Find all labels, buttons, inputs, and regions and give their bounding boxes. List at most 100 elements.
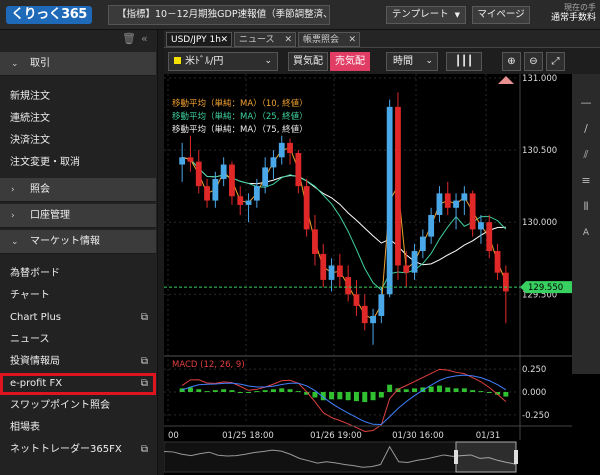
candle-body[interactable] — [179, 157, 186, 165]
candle-body[interactable] — [187, 157, 194, 162]
external-link-icon: ⧉ — [140, 356, 148, 367]
candle-body[interactable] — [212, 178, 219, 201]
symbol-select[interactable]: 米ﾄﾞﾙ/円 ⌄ — [168, 52, 278, 71]
candle-body[interactable] — [245, 200, 252, 205]
candle-body[interactable] — [195, 161, 202, 187]
candle-body[interactable] — [395, 106, 401, 266]
candle-body[interactable] — [436, 193, 443, 215]
macd-histogram-bar — [353, 392, 359, 402]
candle-body[interactable] — [345, 277, 352, 295]
candle-body[interactable] — [419, 236, 426, 252]
sidebar-item-market[interactable]: Chart Plus ⧉ — [0, 307, 156, 329]
candle-body[interactable] — [320, 253, 327, 280]
sidebar-item-continuous-order[interactable]: 連続注文 — [0, 108, 156, 130]
candle-body[interactable] — [461, 193, 468, 201]
macd-histogram-bar — [279, 388, 285, 392]
candle-body[interactable] — [478, 222, 484, 230]
ask-button[interactable]: 売気配 — [330, 52, 370, 71]
mypage-button[interactable]: マイページ — [472, 6, 530, 24]
macd-histogram-bar — [196, 389, 202, 392]
trash-icon[interactable]: 🗑 — [122, 32, 136, 45]
macd-histogram-bar — [428, 386, 434, 392]
sidebar-item-market[interactable]: ニュース — [0, 329, 156, 351]
candle-body[interactable] — [353, 294, 360, 306]
tab-usdjpy[interactable]: USD/JPY 1h ✕ — [166, 32, 232, 47]
candle-body[interactable] — [336, 265, 343, 278]
sidebar-item-market[interactable]: チャート — [0, 285, 156, 307]
sidebar-item-market[interactable]: 投資情報局 ⧉ — [0, 351, 156, 373]
candle-body[interactable] — [361, 305, 368, 324]
chart-area[interactable]: 131.000 130.500 130.000 129.500 129.550 0.250… — [164, 74, 600, 475]
close-icon[interactable]: ✕ — [220, 33, 228, 48]
zoom-out-icon[interactable]: ⊖ — [524, 52, 543, 71]
candle-body[interactable] — [270, 157, 277, 168]
candle-body[interactable] — [229, 164, 235, 197]
bid-button[interactable]: 買気配 — [288, 52, 328, 71]
tab-news[interactable]: ニュース ✕ — [234, 32, 296, 47]
fit-screen-icon[interactable]: ⤢ — [546, 52, 565, 71]
candle-body[interactable] — [328, 265, 335, 280]
section-account[interactable]: › 口座管理 — [0, 204, 156, 228]
candle-body[interactable] — [453, 200, 459, 208]
candle-body[interactable] — [403, 265, 410, 273]
interval-select[interactable]: 時間 ⌄ — [386, 52, 438, 71]
candle-body[interactable] — [469, 193, 476, 230]
section-trade[interactable]: ⌄ 取引 — [0, 52, 156, 76]
chevron-down-icon: ⌄ — [264, 56, 272, 66]
news-ticker[interactable]: 【指標】10－12月期独GDP速報値（季節調整済、… — [108, 5, 330, 25]
candle-body[interactable] — [428, 215, 435, 237]
candle-body[interactable] — [237, 196, 244, 205]
candle-body[interactable] — [444, 193, 451, 208]
candle-body[interactable] — [502, 272, 509, 292]
chart-type-select[interactable]: ┃┃┃ — [446, 52, 482, 71]
fee-mode-label: 通常手数料 — [550, 13, 596, 23]
section-market[interactable]: ⌄ マーケット情報 — [0, 230, 156, 254]
fibonacci-icon[interactable]: ≡ — [572, 168, 600, 194]
sidebar-item-market[interactable]: 為替ボード — [0, 263, 156, 285]
candle-body[interactable] — [287, 142, 293, 153]
channel-icon[interactable]: ⫽ — [572, 142, 600, 168]
sidebar-item-label: ニュース — [10, 334, 50, 345]
candle-body[interactable] — [486, 222, 493, 252]
candle-body[interactable] — [204, 186, 210, 201]
interval-label: 時間 — [393, 56, 413, 67]
candle-body[interactable] — [262, 167, 269, 187]
sidebar-item-market[interactable]: スワップポイント照会 — [0, 395, 156, 417]
section-inquiry[interactable]: › 照会 — [0, 178, 156, 202]
vertical-lines-icon[interactable]: ⦀ — [572, 194, 600, 220]
sidebar-item-modify-cancel[interactable]: 注文変更・取消 — [0, 152, 156, 174]
macd-histogram-bar — [254, 391, 260, 393]
sidebar-item-market[interactable]: e-profit FX ⧉ — [0, 373, 156, 395]
candle-body[interactable] — [278, 142, 285, 158]
macd-tick-label: 0.250 — [522, 365, 546, 375]
candle-body[interactable] — [312, 229, 318, 254]
close-icon[interactable]: ✕ — [284, 33, 292, 48]
collapse-sidebar-icon[interactable]: « — [141, 32, 148, 45]
sidebar-item-new-order[interactable]: 新規注文 — [0, 86, 156, 108]
sidebar-item-market[interactable]: 相場表 — [0, 417, 156, 439]
candle-body[interactable] — [494, 251, 501, 273]
candle-body[interactable] — [303, 186, 310, 230]
zoom-in-icon[interactable]: ⊕ — [502, 52, 521, 71]
sidebar-item-market[interactable]: ネットトレーダー365FX ⧉ — [0, 439, 156, 461]
candle-body[interactable] — [386, 106, 393, 295]
candle-body[interactable] — [411, 251, 418, 273]
candle-body[interactable] — [295, 152, 302, 187]
navigator-window[interactable] — [455, 441, 517, 473]
text-tool-icon[interactable]: A — [572, 220, 600, 246]
horizontal-line-icon[interactable]: — — [572, 90, 600, 116]
candle-body[interactable] — [220, 164, 227, 179]
navigator-handle-right[interactable] — [514, 450, 518, 464]
candle-body[interactable] — [253, 186, 260, 201]
sidebar-item-settlement-order[interactable]: 決済注文 — [0, 130, 156, 152]
tab-reports[interactable]: 帳票照会 ✕ — [298, 32, 360, 47]
sidebar-item-label: チャート — [10, 290, 50, 301]
candle-body[interactable] — [370, 315, 376, 324]
candle-body[interactable] — [378, 294, 385, 316]
trend-line-icon[interactable]: / — [572, 116, 600, 142]
close-icon[interactable]: ✕ — [348, 33, 356, 48]
macd-histogram-bar — [270, 389, 276, 392]
template-button[interactable]: テンプレート ▼ — [386, 6, 466, 24]
navigator-handle-left[interactable] — [454, 450, 458, 464]
brand-logo[interactable]: くりっく365 — [6, 6, 92, 24]
